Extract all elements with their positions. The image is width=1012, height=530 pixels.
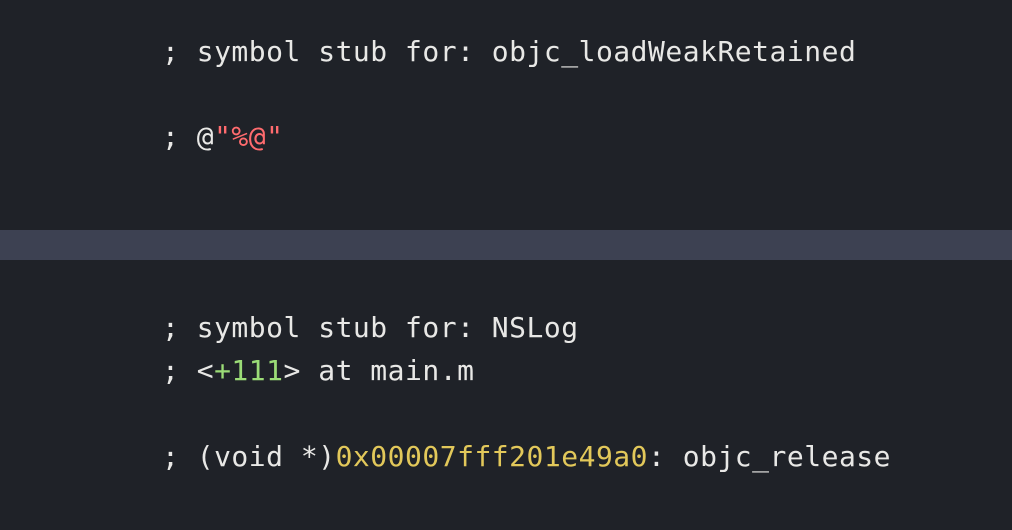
comment-text: symbol stub for: NSLog (197, 311, 579, 344)
comment-marker: ; (162, 440, 197, 473)
offset-number: +111 (214, 354, 283, 387)
disassembly-pane-bottom: ; symbol stub for: NSLog ; <+111> at mai… (0, 260, 1012, 478)
string-literal: "%@" (214, 120, 283, 153)
disasm-line: ; symbol stub for: objc_loadWeakRetained (162, 30, 992, 73)
comment-marker: ; (162, 120, 197, 153)
objc-at: @ (197, 120, 214, 153)
comment-marker: ; (162, 354, 197, 387)
source-location: at main.m (301, 354, 475, 387)
blank-line (162, 73, 992, 115)
disassembly-pane-top: ; symbol stub for: objc_loadWeakRetained… (0, 0, 1012, 230)
blank-line (162, 393, 992, 435)
symbol-name: : objc_release (648, 440, 891, 473)
disasm-line: ; @"%@" (162, 115, 992, 158)
disasm-line: ; symbol stub for: NSLog (162, 306, 992, 349)
comment-text: symbol stub for: objc_loadWeakRetained (197, 35, 857, 68)
disasm-line: ; <+111> at main.m (162, 349, 992, 392)
pane-divider[interactable] (0, 230, 1012, 260)
angle-close: > (284, 354, 301, 387)
angle-open: < (197, 354, 214, 387)
comment-marker: ; (162, 35, 197, 68)
type-cast: (void *) (197, 440, 336, 473)
disasm-line: ; (void *)0x00007fff201e49a0: objc_relea… (162, 435, 992, 478)
hex-address: 0x00007fff201e49a0 (336, 440, 648, 473)
comment-marker: ; (162, 311, 197, 344)
